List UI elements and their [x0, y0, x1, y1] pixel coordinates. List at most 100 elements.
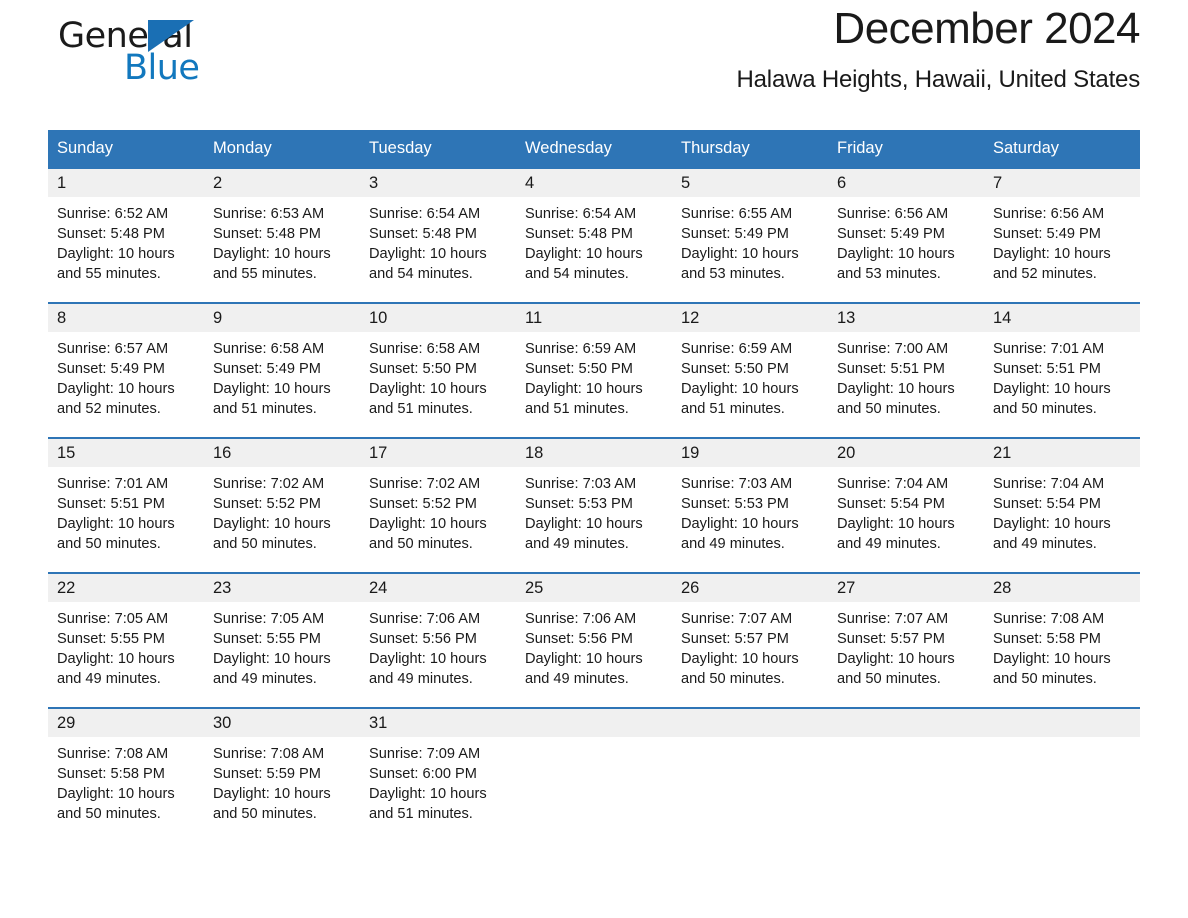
daylight-text: Daylight: 10 hours and 54 minutes.: [525, 246, 643, 282]
day-cell-inner: 25 Sunrise: 7:06 AM Sunset: 5:56 PM Dayligh…: [516, 574, 672, 707]
sunrise-text: Sunrise: 6:58 AM: [213, 341, 325, 357]
day-number: [516, 709, 672, 737]
calendar-day-cell[interactable]: 29 Sunrise: 7:08 AM Sunset: 5:58 PM Dayligh…: [48, 707, 204, 828]
day-details: Sunrise: 7:03 AM Sunset: 5:53 PM Daylight:…: [516, 467, 672, 554]
calendar-day-cell[interactable]: 17 Sunrise: 7:02 AM Sunset: 5:52 PM Dayligh…: [360, 437, 516, 573]
sunset-text: Sunset: 5:49 PM: [57, 361, 165, 377]
weekday-header-saturday: Saturday: [984, 130, 1140, 168]
daylight-text: Daylight: 10 hours and 49 minutes.: [837, 516, 955, 552]
sunset-text: Sunset: 5:54 PM: [993, 496, 1101, 512]
sunrise-text: Sunrise: 7:08 AM: [213, 746, 325, 762]
calendar-day-cell[interactable]: 24 Sunrise: 7:06 AM Sunset: 5:56 PM Dayligh…: [360, 572, 516, 708]
day-details: Sunrise: 7:01 AM Sunset: 5:51 PM Daylight:…: [984, 332, 1140, 419]
sunrise-text: Sunrise: 7:05 AM: [213, 611, 325, 627]
calendar-day-cell[interactable]: 9 Sunrise: 6:58 AM Sunset: 5:49 PM Daylight…: [204, 302, 360, 438]
daylight-text: Daylight: 10 hours and 49 minutes.: [57, 651, 175, 687]
calendar-day-cell[interactable]: 5 Sunrise: 6:55 AM Sunset: 5:49 PM Daylight…: [672, 167, 828, 303]
calendar-day-cell[interactable]: 19 Sunrise: 7:03 AM Sunset: 5:53 PM Dayligh…: [672, 437, 828, 573]
day-details: Sunrise: 7:04 AM Sunset: 5:54 PM Daylight:…: [828, 467, 984, 554]
day-number: 15: [48, 439, 204, 467]
daylight-text: Daylight: 10 hours and 49 minutes.: [213, 651, 331, 687]
daylight-text: Daylight: 10 hours and 50 minutes.: [837, 651, 955, 687]
day-number: 21: [984, 439, 1140, 467]
calendar-day-cell[interactable]: 6 Sunrise: 6:56 AM Sunset: 5:49 PM Daylight…: [828, 167, 984, 303]
day-cell-inner: 24 Sunrise: 7:06 AM Sunset: 5:56 PM Dayligh…: [360, 574, 516, 707]
calendar-day-cell[interactable]: 20 Sunrise: 7:04 AM Sunset: 5:54 PM Dayligh…: [828, 437, 984, 573]
day-details: Sunrise: 7:02 AM Sunset: 5:52 PM Daylight:…: [204, 467, 360, 554]
page-title: December 2024: [833, 4, 1140, 53]
day-details: Sunrise: 7:08 AM Sunset: 5:58 PM Daylight:…: [48, 737, 204, 824]
calendar-day-cell[interactable]: 22 Sunrise: 7:05 AM Sunset: 5:55 PM Dayligh…: [48, 572, 204, 708]
sunset-text: Sunset: 6:00 PM: [369, 766, 477, 782]
daylight-text: Daylight: 10 hours and 50 minutes.: [57, 516, 175, 552]
sunset-text: Sunset: 5:56 PM: [369, 631, 477, 647]
calendar-day-cell[interactable]: 12 Sunrise: 6:59 AM Sunset: 5:50 PM Dayligh…: [672, 302, 828, 438]
sunrise-text: Sunrise: 7:04 AM: [993, 476, 1105, 492]
calendar-day-cell[interactable]: 13 Sunrise: 7:00 AM Sunset: 5:51 PM Dayligh…: [828, 302, 984, 438]
daylight-text: Daylight: 10 hours and 53 minutes.: [681, 246, 799, 282]
day-details: Sunrise: 7:03 AM Sunset: 5:53 PM Daylight:…: [672, 467, 828, 554]
sunrise-text: Sunrise: 7:09 AM: [369, 746, 481, 762]
day-number: 13: [828, 304, 984, 332]
sunrise-text: Sunrise: 7:01 AM: [57, 476, 169, 492]
day-cell-inner: 7 Sunrise: 6:56 AM Sunset: 5:49 PM Daylight…: [984, 169, 1140, 302]
calendar-day-cell[interactable]: 7 Sunrise: 6:56 AM Sunset: 5:49 PM Daylight…: [984, 167, 1140, 303]
calendar-day-cell[interactable]: 14 Sunrise: 7:01 AM Sunset: 5:51 PM Dayligh…: [984, 302, 1140, 438]
calendar-day-cell[interactable]: 30 Sunrise: 7:08 AM Sunset: 5:59 PM Dayligh…: [204, 707, 360, 828]
calendar-day-cell[interactable]: 26 Sunrise: 7:07 AM Sunset: 5:57 PM Dayligh…: [672, 572, 828, 708]
daylight-text: Daylight: 10 hours and 50 minutes.: [993, 381, 1111, 417]
calendar-day-cell[interactable]: 15 Sunrise: 7:01 AM Sunset: 5:51 PM Dayligh…: [48, 437, 204, 573]
daylight-text: Daylight: 10 hours and 53 minutes.: [837, 246, 955, 282]
day-details: Sunrise: 7:05 AM Sunset: 5:55 PM Daylight:…: [204, 602, 360, 689]
daylight-text: Daylight: 10 hours and 52 minutes.: [57, 381, 175, 417]
day-cell-inner: 23 Sunrise: 7:05 AM Sunset: 5:55 PM Dayligh…: [204, 574, 360, 707]
calendar-day-cell[interactable]: 25 Sunrise: 7:06 AM Sunset: 5:56 PM Dayligh…: [516, 572, 672, 708]
day-cell-inner: 26 Sunrise: 7:07 AM Sunset: 5:57 PM Dayligh…: [672, 574, 828, 707]
day-details: Sunrise: 6:54 AM Sunset: 5:48 PM Daylight:…: [516, 197, 672, 284]
generalblue-logo[interactable]: General Blue: [48, 12, 208, 90]
sunrise-text: Sunrise: 6:56 AM: [993, 206, 1105, 222]
sunset-text: Sunset: 5:52 PM: [369, 496, 477, 512]
calendar-day-cell[interactable]: 23 Sunrise: 7:05 AM Sunset: 5:55 PM Dayligh…: [204, 572, 360, 708]
sunrise-text: Sunrise: 6:58 AM: [369, 341, 481, 357]
sunrise-text: Sunrise: 7:08 AM: [57, 746, 169, 762]
calendar-day-cell[interactable]: 21 Sunrise: 7:04 AM Sunset: 5:54 PM Dayligh…: [984, 437, 1140, 573]
calendar-day-cell[interactable]: 4 Sunrise: 6:54 AM Sunset: 5:48 PM Daylight…: [516, 167, 672, 303]
calendar-day-cell[interactable]: 2 Sunrise: 6:53 AM Sunset: 5:48 PM Daylight…: [204, 167, 360, 303]
day-number: 7: [984, 169, 1140, 197]
day-cell-inner: 1 Sunrise: 6:52 AM Sunset: 5:48 PM Daylight…: [48, 169, 204, 302]
day-cell-inner: 31 Sunrise: 7:09 AM Sunset: 6:00 PM Dayligh…: [360, 709, 516, 828]
calendar-day-cell[interactable]: 11 Sunrise: 6:59 AM Sunset: 5:50 PM Dayligh…: [516, 302, 672, 438]
calendar-day-cell[interactable]: 16 Sunrise: 7:02 AM Sunset: 5:52 PM Dayligh…: [204, 437, 360, 573]
sunset-text: Sunset: 5:50 PM: [525, 361, 633, 377]
day-cell-inner: [672, 709, 828, 828]
calendar-day-cell[interactable]: 18 Sunrise: 7:03 AM Sunset: 5:53 PM Dayligh…: [516, 437, 672, 573]
sunrise-text: Sunrise: 7:06 AM: [525, 611, 637, 627]
calendar-day-cell[interactable]: 31 Sunrise: 7:09 AM Sunset: 6:00 PM Dayligh…: [360, 707, 516, 828]
calendar-day-cell[interactable]: 8 Sunrise: 6:57 AM Sunset: 5:49 PM Daylight…: [48, 302, 204, 438]
sunset-text: Sunset: 5:50 PM: [681, 361, 789, 377]
calendar-table: Sunday Monday Tuesday Wednesday Thursday Frid…: [48, 130, 1140, 828]
day-cell-inner: 28 Sunrise: 7:08 AM Sunset: 5:58 PM Dayligh…: [984, 574, 1140, 707]
sunset-text: Sunset: 5:57 PM: [837, 631, 945, 647]
day-details: Sunrise: 7:05 AM Sunset: 5:55 PM Daylight:…: [48, 602, 204, 689]
day-number: 29: [48, 709, 204, 737]
calendar-day-cell[interactable]: 10 Sunrise: 6:58 AM Sunset: 5:50 PM Dayligh…: [360, 302, 516, 438]
sunrise-text: Sunrise: 6:57 AM: [57, 341, 169, 357]
calendar-week-row: 8 Sunrise: 6:57 AM Sunset: 5:49 PM Daylight…: [48, 302, 1140, 438]
sunrise-text: Sunrise: 7:07 AM: [837, 611, 949, 627]
calendar-day-cell[interactable]: 1 Sunrise: 6:52 AM Sunset: 5:48 PM Daylight…: [48, 167, 204, 303]
calendar-day-cell[interactable]: 27 Sunrise: 7:07 AM Sunset: 5:57 PM Dayligh…: [828, 572, 984, 708]
day-details: Sunrise: 7:08 AM Sunset: 5:58 PM Daylight:…: [984, 602, 1140, 689]
calendar-day-cell[interactable]: 3 Sunrise: 6:54 AM Sunset: 5:48 PM Daylight…: [360, 167, 516, 303]
day-cell-inner: 13 Sunrise: 7:00 AM Sunset: 5:51 PM Dayligh…: [828, 304, 984, 437]
sunrise-text: Sunrise: 7:04 AM: [837, 476, 949, 492]
calendar-week-row: 29 Sunrise: 7:08 AM Sunset: 5:58 PM Dayligh…: [48, 707, 1140, 828]
day-cell-inner: 14 Sunrise: 7:01 AM Sunset: 5:51 PM Dayligh…: [984, 304, 1140, 437]
calendar-day-cell[interactable]: 28 Sunrise: 7:08 AM Sunset: 5:58 PM Dayligh…: [984, 572, 1140, 708]
day-cell-inner: 9 Sunrise: 6:58 AM Sunset: 5:49 PM Daylight…: [204, 304, 360, 437]
day-details: Sunrise: 7:00 AM Sunset: 5:51 PM Daylight:…: [828, 332, 984, 419]
daylight-text: Daylight: 10 hours and 50 minutes.: [369, 516, 487, 552]
weekday-header-tuesday: Tuesday: [360, 130, 516, 168]
calendar-week-row: 15 Sunrise: 7:01 AM Sunset: 5:51 PM Dayligh…: [48, 437, 1140, 573]
